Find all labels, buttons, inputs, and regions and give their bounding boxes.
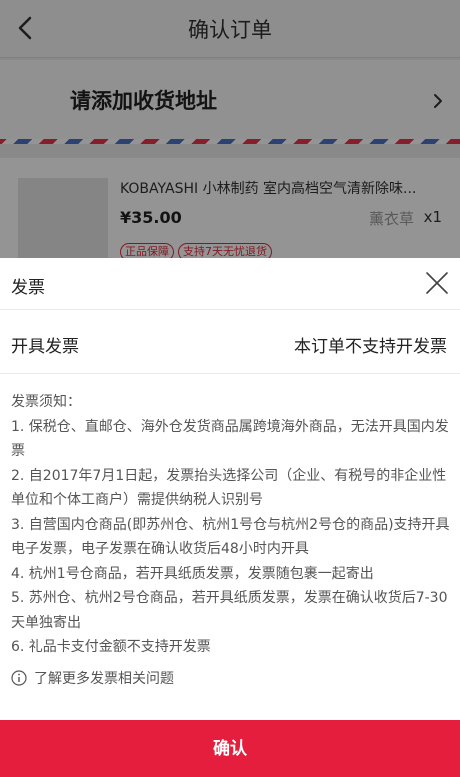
invoice-notice: 发票须知： 1. 保税仓、直邮仓、海外仓发货商品属跨境海外商品，无法开具国内发票… [11,390,451,660]
notice-item: 2. 自2017年7月1日起，发票抬头选择公司（企业、有税号的非企业性单位和个体… [11,467,447,509]
notice-item: 3. 自营国内仓商品(即苏州仓、杭州1号仓与杭州2号仓的商品)支持开具电子发票，… [11,516,450,558]
notice-item: 1. 保税仓、直邮仓、海外仓发货商品属跨境海外商品，无法开具国内发票 [11,418,449,460]
confirm-button[interactable]: 确认 [0,720,460,777]
invoice-option-value: 本订单不支持开发票 [294,337,447,357]
notice-item: 6. 礼品卡支付金额不支持开发票 [11,639,211,655]
notice-item: 4. 杭州1号仓商品，若开具纸质发票，发票随包裹一起寄出 [11,565,374,582]
info-icon [11,670,27,686]
invoice-sheet: 发票 开具发票 本订单不支持开发票 发票须知： 1. 保税仓、直邮仓、海外仓发货… [0,258,460,777]
notice-title: 发票须知： [11,394,81,410]
invoice-option-label: 开具发票 [11,337,79,357]
close-icon[interactable] [424,270,450,296]
invoice-help-text: 了解更多发票相关问题 [34,671,174,687]
notice-item: 5. 苏州仓、杭州2号仓商品，若开具纸质发票，发票在确认收货后7-30天单独寄出 [11,590,448,631]
invoice-help-link[interactable]: 了解更多发票相关问题 [11,668,174,688]
invoice-option-row: 开具发票 本订单不支持开发票 [0,310,460,374]
sheet-title: 发票 [11,278,45,298]
sheet-header: 发票 [0,258,460,310]
